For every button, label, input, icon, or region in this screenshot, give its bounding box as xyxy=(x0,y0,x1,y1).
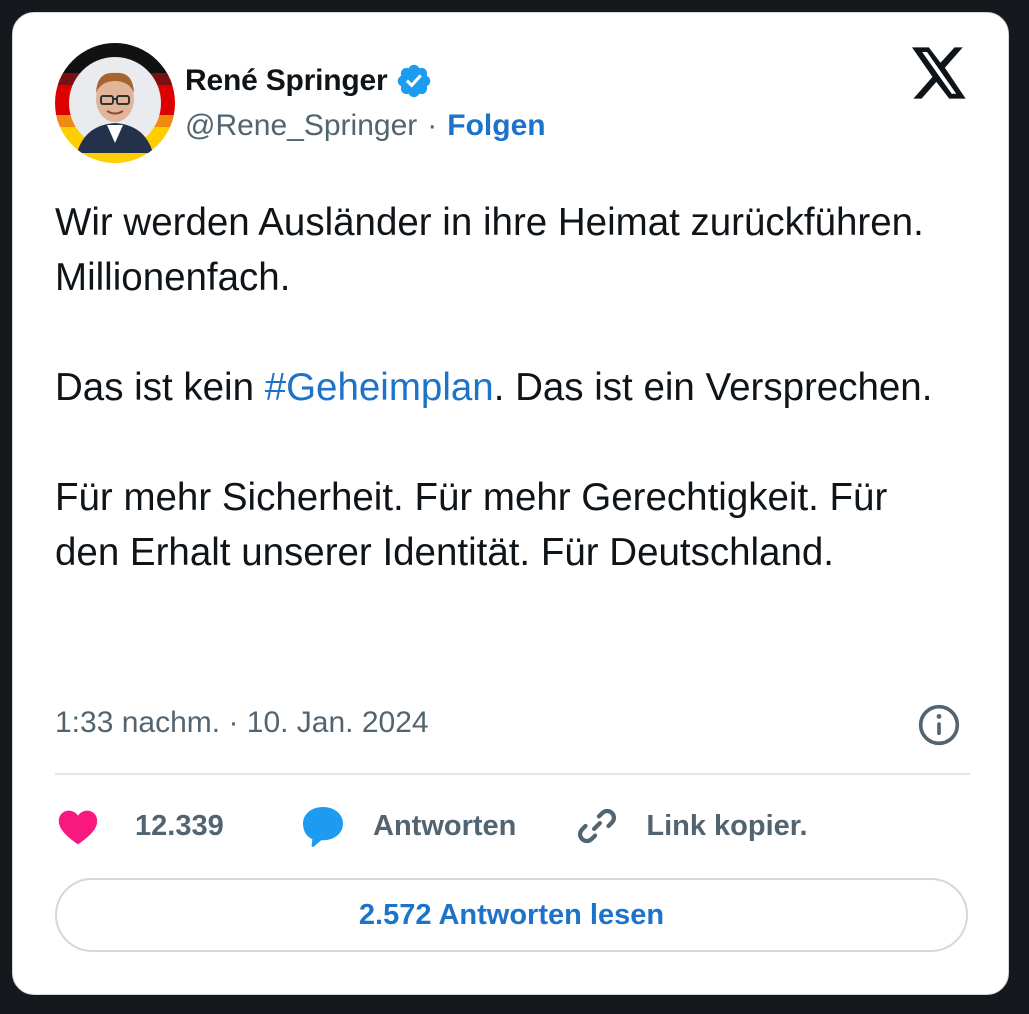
tweet-paragraph-1: Wir werden Ausländer in ihre Heimat zurü… xyxy=(55,201,924,299)
reply-label: Antworten xyxy=(373,809,517,842)
tweet-paragraph-2: Das ist kein #Geheimplan. Das ist ein Ve… xyxy=(55,360,955,415)
author-handle-row: @Rene_Springer · Folgen xyxy=(185,108,546,144)
author-handle[interactable]: @Rene_Springer xyxy=(185,109,417,143)
avatar[interactable] xyxy=(55,43,175,163)
info-icon[interactable] xyxy=(917,703,961,747)
hashtag-link[interactable]: #Geheimplan xyxy=(265,366,494,409)
heart-icon xyxy=(58,810,98,845)
like-button[interactable]: 12.339 xyxy=(55,803,235,849)
author-name[interactable]: René Springer xyxy=(185,64,388,98)
tweet-paragraph-3: Für mehr Sicherheit. Für mehr Gerechtigk… xyxy=(55,476,888,574)
separator-dot: · xyxy=(427,109,438,142)
tweet-text-segment: . Das ist ein Versprechen. xyxy=(493,366,933,409)
copy-link-button[interactable]: Link kopier. xyxy=(574,803,808,849)
tweet-timestamp[interactable]: 1:33 nachm. · 10. Jan. 2024 xyxy=(55,703,429,743)
follow-link[interactable]: Folgen xyxy=(447,109,545,143)
tweet-text-segment: Das ist kein xyxy=(55,366,265,409)
divider xyxy=(55,773,970,775)
action-bar: 12.339 Antworten Link kopier. xyxy=(55,803,970,849)
tweet-text: Wir werden Ausländer in ihre Heimat zurü… xyxy=(55,195,955,580)
copy-link-label: Link kopier. xyxy=(646,809,808,842)
author-name-row: René Springer xyxy=(185,61,433,101)
tweet-card: René Springer @Rene_Springer · Folgen Wi… xyxy=(12,12,1009,995)
reply-button[interactable]: Antworten xyxy=(299,802,516,850)
x-logo-icon[interactable] xyxy=(912,47,968,99)
speech-bubble-icon xyxy=(303,807,343,847)
read-replies-button[interactable]: 2.572 Antworten lesen xyxy=(55,878,968,952)
verified-badge-icon xyxy=(395,62,433,100)
like-count: 12.339 xyxy=(135,809,224,842)
link-icon xyxy=(578,808,617,844)
